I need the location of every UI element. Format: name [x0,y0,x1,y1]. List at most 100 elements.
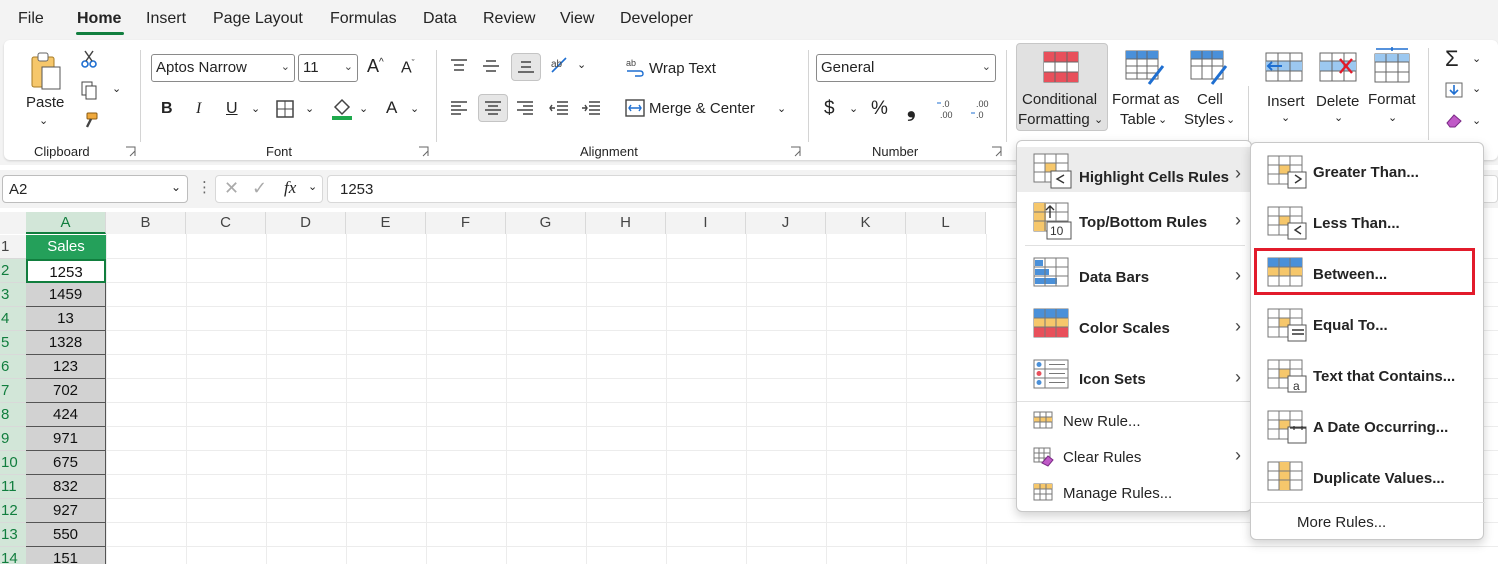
font-color-chevron-icon[interactable]: ⌄ [410,102,419,115]
number-format-select[interactable]: General ⌄ [816,54,996,82]
tab-data[interactable]: Data [423,10,457,28]
format-cells-icon[interactable] [1372,46,1412,86]
font-color-icon[interactable]: A [386,98,397,118]
merge-chevron-icon[interactable]: ⌄ [777,102,786,115]
paste-icon[interactable] [26,48,66,94]
column-header[interactable]: J [746,212,826,234]
column-header[interactable]: F [426,212,506,234]
tab-review[interactable]: Review [483,10,535,28]
row-header[interactable]: 8 [0,403,26,427]
borders-chevron-icon[interactable]: ⌄ [305,102,314,115]
column-header[interactable]: A [26,212,106,234]
wrap-text-button[interactable]: Wrap Text [649,60,716,77]
tab-page-layout[interactable]: Page Layout [213,10,303,28]
conditional-formatting-chevron-icon[interactable]: ⌄ [1094,113,1103,126]
select-all-corner[interactable] [0,212,26,234]
paste-chevron-icon[interactable]: ⌄ [39,114,48,127]
format-as-table-label-line1[interactable]: Format as [1112,91,1180,108]
format-cells-chevron-icon[interactable]: ⌄ [1388,111,1397,124]
align-middle-icon[interactable] [480,56,502,76]
cell-styles-label-line2[interactable]: Styles [1184,111,1225,128]
row-header[interactable]: 6 [0,355,26,379]
clear-eraser-icon[interactable] [1443,110,1465,130]
row-header[interactable]: 10 [0,451,26,475]
merge-center-button[interactable]: Merge & Center [649,100,755,117]
font-size-select[interactable]: 11 ⌄ [298,54,358,82]
tab-insert[interactable]: Insert [146,10,186,28]
conditional-formatting-icon[interactable] [1042,50,1080,84]
more-rules-item[interactable]: More Rules... [1251,509,1483,537]
fx-chevron-icon[interactable]: ⌄ [308,180,317,193]
column-header[interactable]: E [346,212,426,234]
column-header[interactable]: H [586,212,666,234]
highlight-cells-rules-item[interactable]: Highlight Cells Rules › [1017,147,1251,192]
decrease-indent-icon[interactable] [548,98,570,118]
table-cell[interactable]: 123 [26,355,106,379]
column-header[interactable]: I [666,212,746,234]
column-header[interactable]: L [906,212,986,234]
font-name-select[interactable]: Aptos Narrow ⌄ [151,54,295,82]
percent-button[interactable]: % [871,98,888,120]
row-header[interactable]: 4 [0,307,26,331]
format-as-table-chevron-icon[interactable]: ⌄ [1158,113,1167,126]
cell-styles-chevron-icon[interactable]: ⌄ [1226,113,1235,126]
insert-cells-button[interactable]: Insert [1267,93,1305,110]
submenu-item[interactable]: Greater Than... [1251,149,1483,194]
row-header[interactable]: 1 [0,235,26,259]
wrap-text-icon[interactable]: ab [624,56,646,78]
clear-chevron-icon[interactable]: ⌄ [1472,114,1481,127]
tab-file[interactable]: File [18,10,44,28]
tab-formulas[interactable]: Formulas [330,10,397,28]
column-header[interactable]: B [106,212,186,234]
column-header[interactable]: K [826,212,906,234]
header-cell[interactable]: Sales [26,235,106,259]
align-left-icon[interactable] [448,98,470,118]
tab-home[interactable]: Home [77,10,121,28]
table-cell[interactable]: 1459 [26,283,106,307]
table-cell[interactable]: 151 [26,547,106,564]
column-header[interactable]: C [186,212,266,234]
row-header[interactable]: 5 [0,331,26,355]
align-right-icon[interactable] [514,98,536,118]
insert-function-button[interactable]: fx [284,178,296,198]
increase-font-size-icon[interactable]: A^ [367,56,384,77]
manage-rules-item[interactable]: Manage Rules... [1017,479,1251,509]
new-rule-item[interactable]: New Rule... [1017,407,1251,437]
fill-color-icon[interactable] [330,96,354,122]
row-header[interactable]: 14 [0,547,26,564]
table-cell[interactable]: 675 [26,451,106,475]
alignment-launcher-icon[interactable] [790,146,801,157]
fill-icon[interactable] [1443,80,1465,100]
cut-icon[interactable] [78,48,100,70]
align-top-icon[interactable] [448,56,470,76]
merge-center-icon[interactable] [624,98,646,118]
format-cells-button[interactable]: Format [1368,91,1416,108]
delete-cells-button[interactable]: Delete [1316,93,1359,110]
delete-cells-icon[interactable] [1318,50,1358,86]
table-cell[interactable]: 13 [26,307,106,331]
table-cell[interactable]: 424 [26,403,106,427]
align-center-icon[interactable] [478,94,508,122]
borders-icon[interactable] [274,98,296,120]
orientation-icon[interactable]: ab [548,54,572,76]
cell-styles-icon[interactable] [1190,50,1230,86]
decrease-decimal-icon[interactable]: .00.0 [970,96,996,122]
conditional-formatting-label-line1[interactable]: Conditional [1022,91,1097,108]
row-header[interactable]: 3 [0,283,26,307]
copy-chevron-icon[interactable]: ⌄ [112,82,121,95]
table-cell[interactable]: 1328 [26,331,106,355]
currency-chevron-icon[interactable]: ⌄ [849,102,858,115]
decrease-font-size-icon[interactable]: Aˇ [401,58,415,77]
color-scales-item[interactable]: Color Scales › [1017,302,1251,347]
autosum-chevron-icon[interactable]: ⌄ [1472,52,1481,65]
insert-cells-icon[interactable] [1264,50,1304,86]
row-header[interactable]: 12 [0,499,26,523]
bold-button[interactable]: B [161,100,173,118]
submenu-item[interactable]: Equal To... [1251,302,1483,347]
increase-decimal-icon[interactable]: .0.00 [936,96,962,122]
submenu-item[interactable]: a Text that Contains... [1251,353,1483,398]
row-header[interactable]: 7 [0,379,26,403]
submenu-item[interactable]: Duplicate Values... [1251,455,1483,500]
table-cell[interactable]: 927 [26,499,106,523]
more-options-icon[interactable]: ⋮ [197,178,212,196]
